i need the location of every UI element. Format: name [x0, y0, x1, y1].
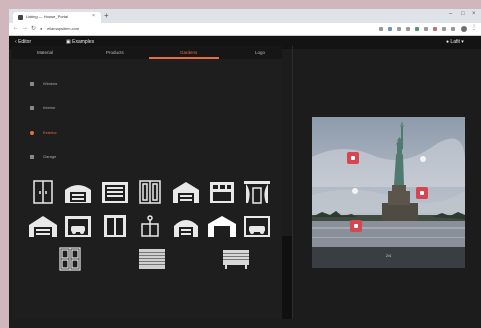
close-tab-icon[interactable]: × — [92, 13, 95, 19]
favicon-icon — [18, 15, 23, 20]
extension-icon[interactable] — [442, 27, 446, 31]
glass-door-icon[interactable] — [55, 247, 85, 271]
small-cabinet-icon[interactable] — [135, 214, 165, 238]
editor-label: Editor — [18, 39, 32, 45]
hotspot-pin[interactable] — [416, 187, 428, 199]
white-garage-icon[interactable] — [207, 214, 237, 238]
option-label: Garage — [43, 154, 57, 159]
back-arrow-icon[interactable]: ← — [13, 25, 19, 31]
browser-menu-icon[interactable]: ⋮ — [471, 24, 477, 31]
examples-label: Examples — [72, 39, 95, 45]
extension-icon[interactable] — [433, 27, 437, 31]
minimize-icon[interactable]: – — [449, 11, 452, 17]
statue-of-liberty-photo — [312, 117, 465, 268]
left-panel: Material Products Gardens Logo Window In… — [12, 46, 282, 319]
category-tabs: Material Products Gardens Logo — [12, 46, 282, 59]
garage-house-icon[interactable] — [171, 180, 201, 204]
account-menu[interactable]: ● Lafit ▾ — [446, 39, 464, 45]
url-field[interactable]: ellamapsitem.com — [47, 26, 79, 31]
maximize-icon[interactable]: □ — [461, 11, 465, 17]
hotspot-pin[interactable] — [350, 220, 362, 232]
tab-title: Listing — House_Portal — [26, 14, 69, 19]
garage-windows-icon[interactable] — [207, 180, 237, 204]
new-tab-icon[interactable]: + — [104, 11, 109, 20]
option-checkbox[interactable] — [30, 82, 34, 86]
car-port-icon[interactable] — [242, 214, 272, 238]
double-panel-door-icon[interactable] — [100, 214, 130, 238]
tab-products[interactable]: Products — [106, 50, 124, 55]
tab-bar: Listing — House_Portal × + – □ × — [9, 9, 481, 23]
close-window-icon[interactable]: × — [472, 11, 476, 17]
extension-icon[interactable] — [397, 27, 401, 31]
option-checkbox[interactable] — [30, 106, 34, 110]
dome-garage-icon[interactable] — [171, 214, 201, 238]
garage-door-icon[interactable] — [100, 180, 130, 204]
option-label: Window — [43, 81, 58, 86]
house-garage-icon[interactable] — [28, 214, 58, 238]
forward-arrow-icon[interactable]: → — [22, 25, 28, 31]
option-label: Exterior — [43, 130, 57, 135]
extension-icon[interactable] — [379, 27, 383, 31]
editor-back-button[interactable]: ‹ Editor — [15, 39, 31, 45]
extension-icon[interactable] — [451, 27, 455, 31]
scroll-track[interactable] — [282, 236, 292, 319]
panel-divider — [292, 46, 293, 319]
browser-tab[interactable]: Listing — House_Portal × — [13, 12, 101, 23]
hotspot-dot[interactable] — [352, 188, 358, 194]
option-checkbox[interactable] — [30, 155, 34, 159]
extension-icon[interactable] — [406, 27, 410, 31]
lock-icon: ● — [40, 26, 43, 31]
tab-gardens[interactable]: Gardens — [180, 50, 197, 55]
extension-icon[interactable] — [424, 27, 428, 31]
tab-logo[interactable]: Logo — [255, 50, 265, 55]
option-label: Interior — [43, 105, 56, 110]
french-door-icon[interactable] — [135, 180, 165, 204]
tab-material[interactable]: Material — [37, 50, 53, 55]
car-garage-icon[interactable] — [63, 214, 93, 238]
account-label: Lafit — [450, 39, 460, 45]
shutter-door-icon[interactable] — [137, 247, 167, 271]
profile-avatar[interactable] — [461, 26, 467, 32]
curtain-door-icon[interactable] — [242, 180, 272, 204]
double-door-icon[interactable] — [28, 180, 58, 204]
extension-icon[interactable] — [415, 27, 419, 31]
hotspot-dot[interactable] — [420, 156, 426, 162]
option-radio-selected[interactable] — [30, 131, 34, 135]
photo-caption: 2/4 — [385, 253, 392, 258]
arched-garage-icon[interactable] — [63, 180, 93, 204]
reload-icon[interactable]: ↻ — [31, 25, 36, 32]
examples-button[interactable]: ▣ Examples — [66, 39, 94, 45]
address-bar: ← → ↻ ● ellamapsitem.com ⋮ — [9, 23, 481, 36]
preview-photo[interactable]: 2/4 — [312, 117, 465, 268]
extension-icon[interactable] — [388, 27, 392, 31]
roller-shutter-icon[interactable] — [221, 247, 251, 271]
active-tab-underline — [149, 57, 219, 59]
hotspot-pin[interactable] — [347, 152, 359, 164]
